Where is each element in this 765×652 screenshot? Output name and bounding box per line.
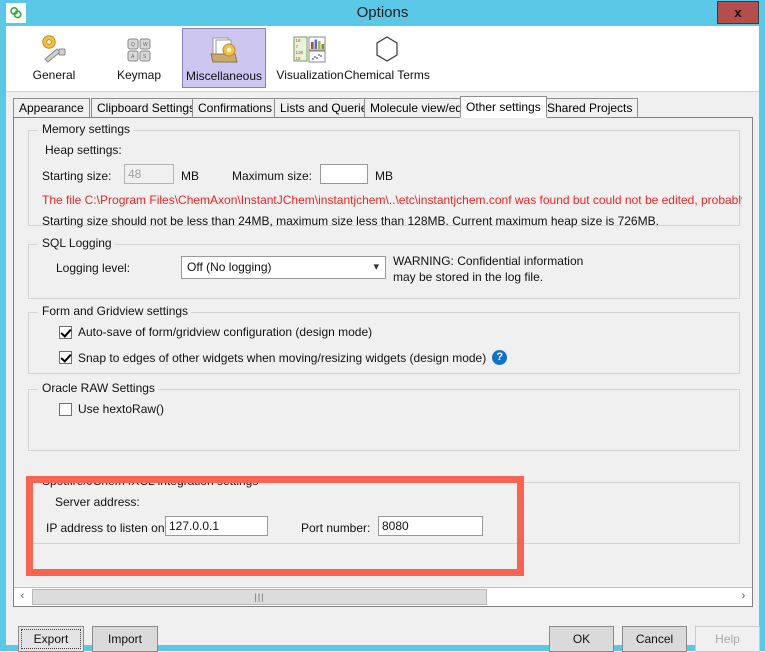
heap-settings-label: Heap settings: xyxy=(45,143,122,157)
snap-to-edges-checkbox-row[interactable]: Snap to edges of other widgets when movi… xyxy=(59,350,507,365)
scroll-right-arrow-icon[interactable]: › xyxy=(735,588,752,605)
title-bar: Options x xyxy=(0,0,765,26)
heap-hint-text: Starting size should not be less than 24… xyxy=(42,214,659,228)
ip-address-label: IP address to listen on: xyxy=(46,521,168,535)
group-title: Form and Gridview settings xyxy=(39,304,191,318)
settings-tabstrip: Appearance Clipboard Settings Confirmati… xyxy=(13,96,753,118)
help-button: Help xyxy=(695,626,760,652)
tab-molecule-view-edit[interactable]: Molecule view/edit xyxy=(364,98,474,117)
svg-text:W: W xyxy=(143,42,148,48)
category-keymap[interactable]: QW AS Keymap xyxy=(98,28,180,88)
chevron-down-icon: ▾ xyxy=(373,257,379,278)
tab-other-settings[interactable]: Other settings xyxy=(460,96,547,118)
hextoraw-checkbox[interactable] xyxy=(59,403,72,416)
group-title: Spotfire/JChem4XCL integration settings xyxy=(39,474,261,488)
tab-appearance[interactable]: Appearance xyxy=(13,98,90,117)
sql-logging-group: SQL Logging Logging level: Off (No loggi… xyxy=(28,244,740,299)
dialog-client-area: General QW AS xyxy=(6,26,759,645)
category-label: General xyxy=(12,68,96,82)
page-title: Options xyxy=(0,0,765,26)
form-gridview-group: Form and Gridview settings Auto-save of … xyxy=(28,312,740,374)
snap-to-edges-label: Snap to edges of other widgets when movi… xyxy=(78,351,486,365)
group-title: Oracle RAW Settings xyxy=(39,381,158,395)
scroll-left-arrow-icon[interactable]: ‹ xyxy=(14,588,31,605)
options-dialog-window: Options x xyxy=(0,0,765,651)
starting-size-label: Starting size: xyxy=(42,169,111,183)
autosave-label: Auto-save of form/gridview configuration… xyxy=(78,325,372,339)
cancel-button[interactable]: Cancel xyxy=(622,626,687,652)
maximum-size-unit: MB xyxy=(375,169,393,183)
starting-size-input[interactable]: 48 xyxy=(124,164,174,184)
oracle-raw-group: Oracle RAW Settings Use hextoRaw() xyxy=(28,389,740,451)
port-number-input[interactable]: 8080 xyxy=(378,516,483,536)
spotfire-integration-group: Spotfire/JChem4XCL integration settings … xyxy=(28,482,740,544)
svg-text:138: 138 xyxy=(296,50,304,55)
horizontal-scrollbar[interactable]: ‹ ||| › xyxy=(14,587,752,606)
benzene-ring-icon xyxy=(339,31,435,67)
port-number-label: Port number: xyxy=(301,521,370,535)
close-button[interactable]: x xyxy=(717,1,759,24)
settings-scroll-content: Memory settings Heap settings: Starting … xyxy=(14,118,752,588)
svg-text:18: 18 xyxy=(296,56,302,61)
gear-wrench-icon xyxy=(12,31,96,67)
maximum-size-label: Maximum size: xyxy=(232,169,312,183)
tab-clipboard-settings[interactable]: Clipboard Settings xyxy=(91,98,201,117)
autosave-checkbox[interactable] xyxy=(59,326,72,339)
keyboard-keys-icon: QW AS xyxy=(98,31,180,67)
logging-warning-line2: may be stored in the log file. xyxy=(393,270,543,284)
category-toolbar: General QW AS xyxy=(6,26,759,92)
category-chemical-terms[interactable]: Chemical Terms xyxy=(339,28,435,88)
ok-button[interactable]: OK xyxy=(549,626,614,652)
category-miscellaneous[interactable]: Miscellaneous xyxy=(182,28,266,88)
config-error-message: The file C:\Program Files\ChemAxon\Insta… xyxy=(42,193,742,207)
group-title: SQL Logging xyxy=(39,236,115,250)
category-general[interactable]: General xyxy=(12,28,96,88)
logging-level-value: Off (No logging) xyxy=(187,257,272,278)
maximum-size-input[interactable] xyxy=(320,164,368,184)
category-label: Chemical Terms xyxy=(339,68,435,82)
memory-settings-group: Memory settings Heap settings: Starting … xyxy=(28,130,740,226)
logging-warning-line1: WARNING: Confidential information xyxy=(393,254,583,268)
server-address-label: Server address: xyxy=(55,495,140,509)
hextoraw-checkbox-row[interactable]: Use hextoRaw() xyxy=(59,402,164,416)
category-label: Miscellaneous xyxy=(183,69,265,83)
logging-level-select[interactable]: Off (No logging) ▾ xyxy=(181,256,386,279)
logging-level-label: Logging level: xyxy=(56,261,130,275)
import-button[interactable]: Import xyxy=(92,626,158,652)
ip-address-input[interactable]: 127.0.0.1 xyxy=(165,516,268,536)
other-settings-panel: Memory settings Heap settings: Starting … xyxy=(13,117,753,607)
scrollbar-thumb[interactable]: ||| xyxy=(32,589,487,605)
category-label: Keymap xyxy=(98,68,180,82)
svg-text:18: 18 xyxy=(296,38,302,43)
documents-gear-icon xyxy=(183,32,265,68)
starting-size-unit: MB xyxy=(181,169,199,183)
hextoraw-label: Use hextoRaw() xyxy=(78,402,164,416)
tab-confirmations[interactable]: Confirmations xyxy=(192,98,278,117)
svg-text:Q: Q xyxy=(131,42,135,48)
group-title: Memory settings xyxy=(39,122,133,136)
export-button[interactable]: Export xyxy=(18,626,84,652)
autosave-checkbox-row[interactable]: Auto-save of form/gridview configuration… xyxy=(59,325,372,339)
snap-to-edges-checkbox[interactable] xyxy=(59,351,72,364)
help-circle-icon[interactable]: ? xyxy=(492,350,507,365)
tab-shared-projects[interactable]: Shared Projects xyxy=(541,98,638,117)
